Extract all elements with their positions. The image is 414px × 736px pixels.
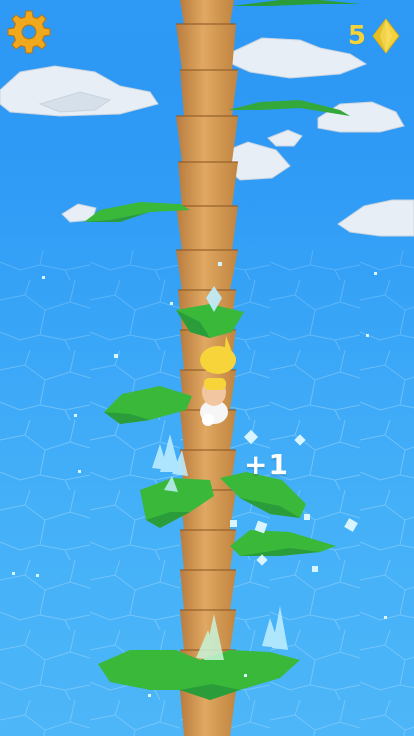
gem-counter: 5 [348, 18, 400, 54]
score-popup: +1 [244, 448, 289, 481]
gem-count: 5 [347, 21, 366, 51]
settings-button[interactable] [6, 8, 52, 54]
diamond-icon [372, 18, 400, 54]
gear-icon [7, 10, 51, 54]
game-world [0, 0, 414, 736]
game-scene[interactable]: 5 +1 [0, 0, 414, 736]
